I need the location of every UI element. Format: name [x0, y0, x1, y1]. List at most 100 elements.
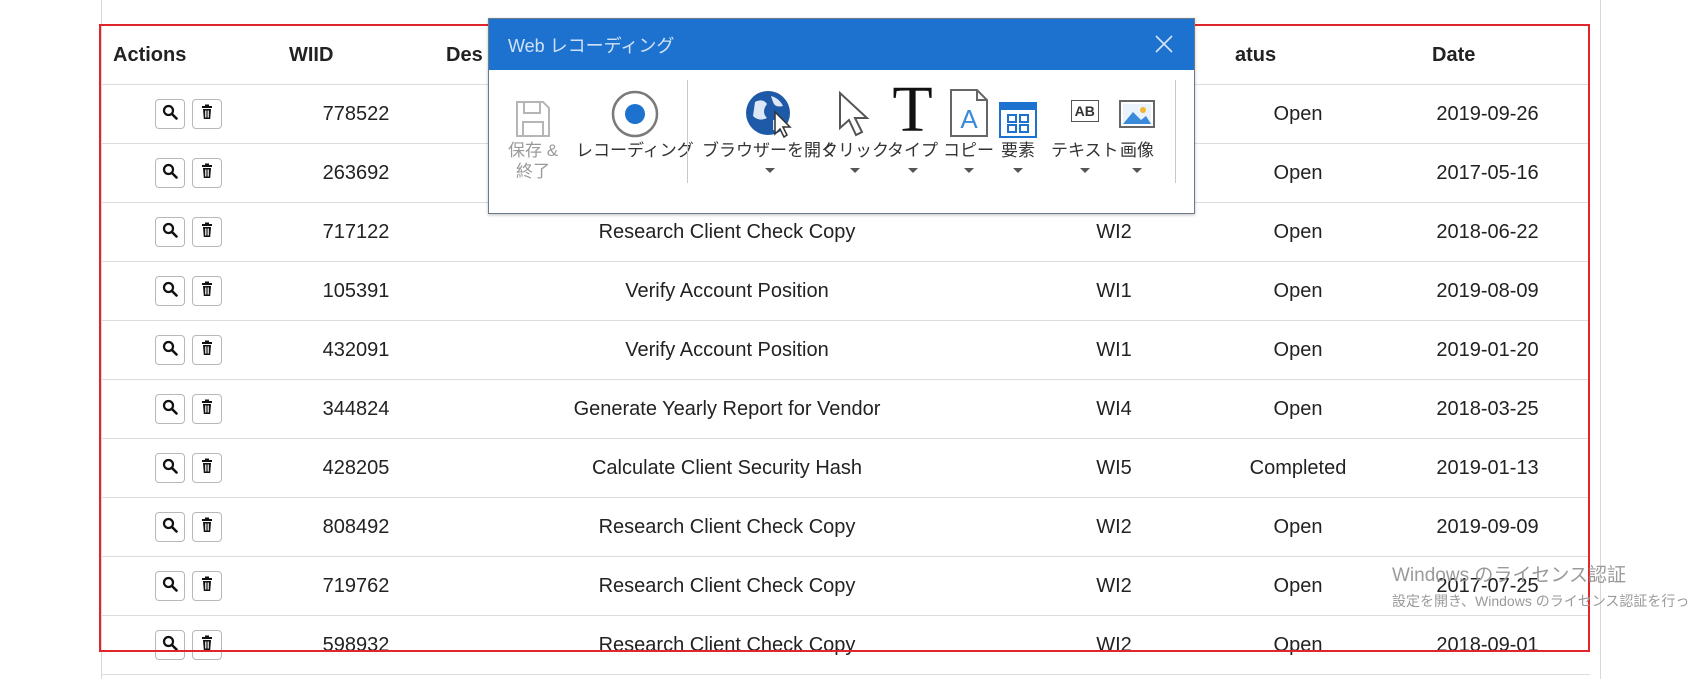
search-icon [162, 634, 178, 657]
row-actions [101, 556, 275, 616]
trash-icon [199, 516, 215, 539]
recorder-toolbar: 保存 & 終了 レコーディング ブラウザーを開く クリック T タイプ A コピ… [489, 70, 1194, 212]
search-icon [162, 162, 178, 185]
toolbar-separator [687, 80, 688, 183]
chevron-down-icon[interactable] [1013, 168, 1023, 173]
delete-button[interactable] [191, 571, 222, 601]
view-button[interactable] [154, 335, 185, 365]
header-date[interactable]: Date [1385, 26, 1590, 85]
delete-button[interactable] [191, 453, 222, 483]
delete-button[interactable] [191, 158, 222, 188]
type-label: タイプ [887, 141, 938, 160]
trash-icon [199, 457, 215, 480]
image-label: 画像 [1120, 141, 1154, 160]
delete-button[interactable] [191, 335, 222, 365]
cell-wi: WI2 [1017, 556, 1211, 616]
row-actions [101, 261, 275, 321]
trash-icon [199, 634, 215, 657]
cell-description: Verify Account Position [437, 320, 1017, 380]
trash-icon [199, 339, 215, 362]
delete-button[interactable] [191, 512, 222, 542]
delete-button[interactable] [191, 276, 222, 306]
trash-icon [199, 162, 215, 185]
header-actions: Actions [101, 26, 275, 85]
cell-status: Open [1211, 320, 1385, 380]
chevron-down-icon[interactable] [1132, 168, 1142, 173]
open-browser-button[interactable]: ブラウザーを開く [702, 78, 838, 173]
header-wiid[interactable]: WIID [275, 26, 437, 85]
cell-date: 2018-09-01 [1385, 615, 1590, 675]
type-icon-glyph: T [892, 73, 933, 146]
copy-document-icon: A [949, 78, 989, 138]
cell-wiid: 719762 [275, 556, 437, 616]
search-icon [162, 103, 178, 126]
table-row: 344824 Generate Yearly Report for Vendor W… [101, 379, 1590, 439]
record-icon [611, 78, 659, 138]
floppy-disk-icon [515, 78, 551, 138]
chevron-down-icon[interactable] [850, 168, 860, 173]
click-label: クリック [821, 141, 889, 160]
cell-status: Open [1211, 615, 1385, 675]
image-button[interactable]: 画像 [1119, 78, 1155, 173]
chevron-down-icon[interactable] [765, 168, 775, 173]
search-icon [162, 221, 178, 244]
header-status[interactable]: atus [1211, 26, 1385, 85]
row-actions [101, 615, 275, 675]
delete-button[interactable] [191, 99, 222, 129]
view-button[interactable] [154, 630, 185, 660]
cell-date: 2017-05-16 [1385, 143, 1590, 203]
image-icon [1119, 78, 1155, 138]
view-button[interactable] [154, 394, 185, 424]
view-button[interactable] [154, 99, 185, 129]
save-label-line2: 終了 [516, 162, 551, 181]
delete-button[interactable] [191, 630, 222, 660]
table-row: 105391 Verify Account Position WI1 Open 2019… [101, 261, 1590, 321]
trash-icon [199, 221, 215, 244]
dialog-title: Web レコーディング [508, 35, 675, 56]
record-label: レコーディング [576, 141, 694, 160]
cell-date: 2019-08-09 [1385, 261, 1590, 321]
click-button[interactable]: クリック [821, 78, 889, 173]
delete-button[interactable] [191, 394, 222, 424]
close-icon[interactable] [1152, 32, 1176, 56]
text-button[interactable]: AB テキスト [1051, 78, 1119, 173]
view-button[interactable] [154, 571, 185, 601]
table-row: 428205 Calculate Client Security Hash WI5 C… [101, 438, 1590, 498]
dialog-title-bar[interactable]: Web レコーディング [489, 19, 1194, 70]
view-button[interactable] [154, 158, 185, 188]
row-actions [101, 379, 275, 439]
element-button[interactable]: 要素 [999, 78, 1037, 173]
watermark-line2: 設定を開き、Windows のライセンス認証を行ってく [1392, 593, 1687, 609]
chevron-down-icon[interactable] [963, 168, 974, 173]
trash-icon [199, 280, 215, 303]
record-button[interactable]: レコーディング [576, 78, 694, 162]
search-icon [162, 280, 178, 303]
search-icon [162, 339, 178, 362]
open-browser-label: ブラウザーを開く [702, 141, 838, 160]
view-button[interactable] [154, 512, 185, 542]
delete-button[interactable] [191, 217, 222, 247]
view-button[interactable] [154, 453, 185, 483]
view-button[interactable] [154, 276, 185, 306]
cell-wiid: 778522 [275, 84, 437, 144]
cell-description: Research Client Check Copy [437, 497, 1017, 557]
cell-date: 2018-03-25 [1385, 379, 1590, 439]
chevron-down-icon[interactable] [907, 168, 918, 173]
row-actions [101, 438, 275, 498]
cell-description: Calculate Client Security Hash [437, 438, 1017, 498]
type-button[interactable]: T タイプ [887, 73, 938, 173]
trash-icon [199, 575, 215, 598]
chevron-down-icon[interactable] [1079, 168, 1090, 173]
row-actions [101, 143, 275, 203]
save-and-exit-button[interactable]: 保存 & 終了 [508, 78, 558, 182]
cell-wi: WI1 [1017, 261, 1211, 321]
save-label-line1: 保存 & [508, 141, 559, 160]
view-button[interactable] [154, 217, 185, 247]
cell-date: 2018-06-22 [1385, 202, 1590, 262]
cell-wi: WI5 [1017, 438, 1211, 498]
copy-button[interactable]: A コピー [943, 78, 994, 173]
cell-wiid: 428205 [275, 438, 437, 498]
cell-date: 2019-01-13 [1385, 438, 1590, 498]
cell-description: Generate Yearly Report for Vendor [437, 379, 1017, 439]
text-label: テキスト [1051, 141, 1119, 160]
